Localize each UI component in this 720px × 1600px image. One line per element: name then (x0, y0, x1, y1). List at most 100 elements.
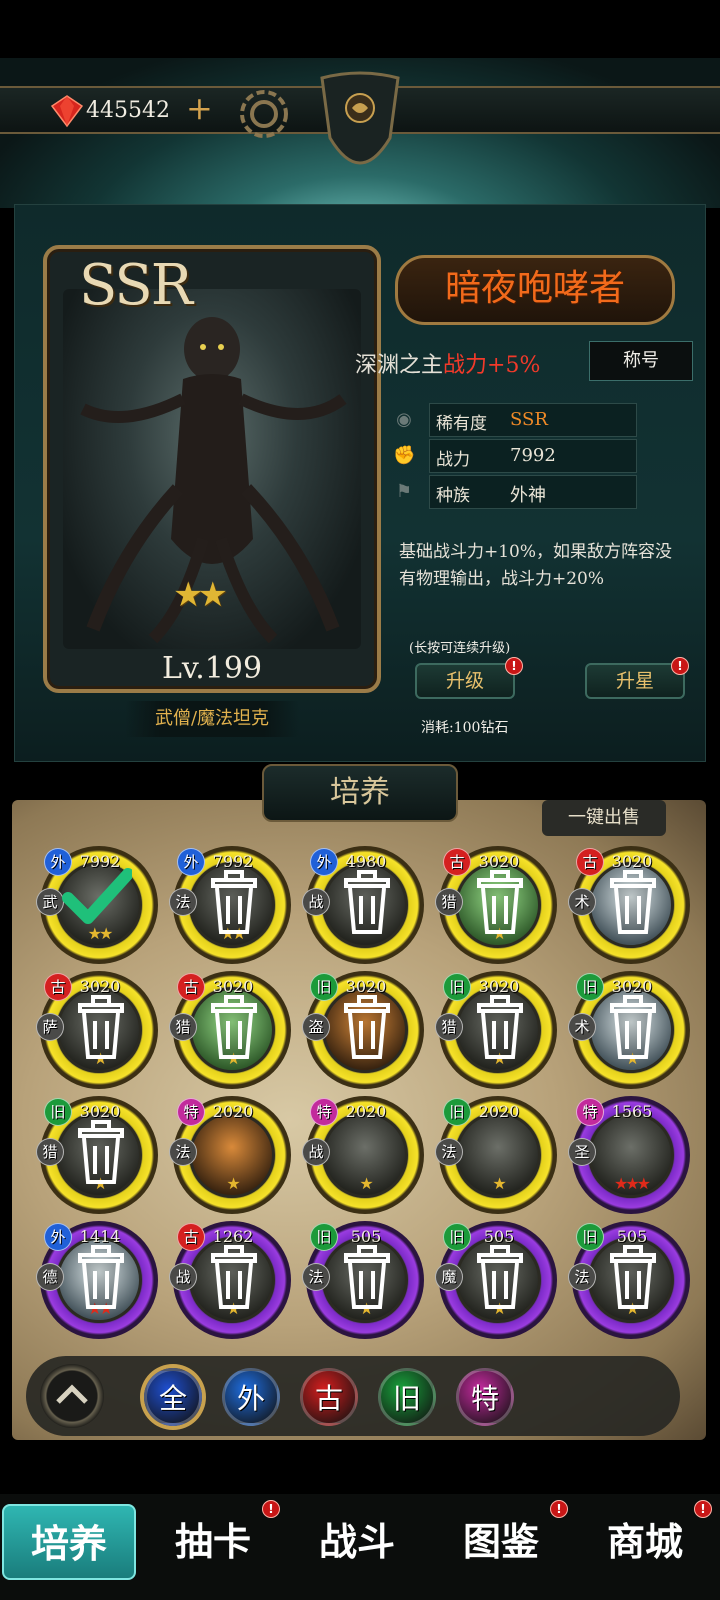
hero-slot[interactable]: 2020 特战 ★ (302, 1096, 424, 1214)
stat-label: 战力 (436, 450, 470, 470)
hero-slot[interactable]: 1565 特圣 ★★★ (568, 1096, 690, 1214)
fist-icon: ✊ (393, 445, 416, 466)
hero-slot[interactable]: 505旧法★ (568, 1221, 690, 1339)
title-button[interactable]: 称号 (589, 341, 693, 381)
trash-icon[interactable] (211, 1245, 257, 1311)
hero-slot[interactable]: 505旧魔★ (435, 1221, 557, 1339)
slot-power: 3020 (79, 1102, 121, 1121)
star-up-button[interactable]: 升星 (585, 663, 685, 699)
slot-power: 3020 (345, 977, 387, 996)
board-title: 培养 (262, 764, 458, 822)
level-up-button[interactable]: 升级 (415, 663, 515, 699)
hero-slot[interactable]: 1414外德★★ (36, 1221, 158, 1339)
faction-badge: 旧 (443, 1098, 471, 1126)
class-badge: 法 (435, 1138, 463, 1166)
class-badge: 武 (36, 888, 64, 916)
hero-slot[interactable]: 2020 旧法 ★ (435, 1096, 557, 1214)
trash-icon[interactable] (211, 995, 257, 1061)
faction-badge: 古 (177, 1223, 205, 1251)
hero-slot[interactable]: 3020 古术 (568, 846, 690, 964)
star-up-alert-badge: ! (671, 657, 689, 675)
stat-value: 外神 (510, 485, 546, 506)
hero-slot[interactable]: 4980 外战 (302, 846, 424, 964)
slot-power: 3020 (212, 977, 254, 996)
trash-icon[interactable] (477, 995, 523, 1061)
class-badge: 术 (568, 1013, 596, 1041)
bottom-tab[interactable]: 商城 (578, 1504, 712, 1580)
class-badge: 萨 (36, 1013, 64, 1041)
bottom-tab[interactable]: 图鉴 (434, 1504, 568, 1580)
trash-icon[interactable] (211, 870, 257, 936)
slot-power: 4980 (345, 852, 387, 871)
rarity-label: SSR (79, 253, 193, 318)
hero-slot[interactable]: 2020 特法 ★ (169, 1096, 291, 1214)
hero-slot[interactable]: 3020旧猎★ (435, 971, 557, 1089)
trash-icon[interactable] (610, 1245, 656, 1311)
bottom-tab[interactable]: 战斗 (290, 1504, 424, 1580)
faction-filter-button[interactable]: 旧 (378, 1368, 436, 1426)
slot-stars: ★ (492, 1174, 506, 1193)
hero-slot[interactable]: 505旧法★ (302, 1221, 424, 1339)
trash-icon[interactable] (344, 1245, 390, 1311)
hero-slot[interactable]: 3020旧猎★ (36, 1096, 158, 1214)
class-badge: 魔 (435, 1263, 463, 1291)
class-badge: 猎 (435, 1013, 463, 1041)
class-badge: 猎 (36, 1138, 64, 1166)
checkmark-icon (62, 868, 132, 924)
trash-icon[interactable] (78, 1245, 124, 1311)
hero-detail-panel: SSR ★★ Lv.199 武僧/魔法坦克 暗夜咆哮者 深渊之主战力+5% 称号… (14, 204, 706, 762)
faction-badge: 特 (310, 1098, 338, 1126)
faction-badge: 旧 (44, 1098, 72, 1126)
trash-icon[interactable] (78, 1120, 124, 1186)
hero-slot[interactable]: 3020古猎★ (169, 971, 291, 1089)
bottom-tab-bar: 培养 抽卡! 战斗 图鉴! 商城! (0, 1494, 720, 1600)
title-name: 深渊之主 (355, 353, 444, 378)
stat-row-race: ⚑ 种族 外神 (393, 475, 645, 509)
faction-filter-button[interactable]: 外 (222, 1368, 280, 1426)
trash-icon[interactable] (344, 995, 390, 1061)
diamond-icon (50, 95, 84, 128)
trash-icon[interactable] (78, 995, 124, 1061)
hero-name: 暗夜咆哮者 (395, 255, 675, 325)
add-diamonds-button[interactable]: + (186, 92, 213, 124)
faction-badge: 旧 (310, 1223, 338, 1251)
class-badge: 法 (169, 888, 197, 916)
slot-power: 3020 (611, 977, 653, 996)
hero-slot[interactable]: 3020 旧盗 (302, 971, 424, 1089)
slot-power: 2020 (345, 1102, 387, 1121)
hero-card[interactable]: SSR ★★ Lv.199 (43, 245, 381, 693)
trash-icon[interactable] (477, 870, 523, 936)
emblem-icon (320, 71, 400, 165)
bottom-tab[interactable]: 培养 (2, 1504, 136, 1580)
faction-filter-button[interactable]: 古 (300, 1368, 358, 1426)
hero-slot[interactable]: 3020古萨★ (36, 971, 158, 1089)
trash-icon[interactable] (477, 1245, 523, 1311)
trash-icon[interactable] (344, 870, 390, 936)
faction-badge: 特 (576, 1098, 604, 1126)
faction-filter-button[interactable]: 全 (144, 1368, 202, 1426)
stat-cell: 种族 外神 (429, 475, 637, 509)
slot-power: 3020 (478, 852, 520, 871)
stat-cell: 战力 7992 (429, 439, 637, 473)
collapse-button[interactable] (40, 1364, 104, 1428)
stat-row-power: ✊ 战力 7992 (393, 439, 645, 473)
stat-label: 稀有度 (436, 414, 487, 434)
top-bar: 445542 + (0, 58, 720, 208)
hero-slot[interactable]: 1262古战★ (169, 1221, 291, 1339)
faction-badge: 特 (177, 1098, 205, 1126)
faction-filter-button[interactable]: 特 (456, 1368, 514, 1426)
hero-slot[interactable]: 7992 外武 ★★ (36, 846, 158, 964)
hero-slot[interactable]: 7992外法★★ (169, 846, 291, 964)
slot-power: 2020 (212, 1102, 254, 1121)
tab-alert-badge: ! (550, 1500, 568, 1518)
trash-icon[interactable] (610, 995, 656, 1061)
bottom-tab[interactable]: 抽卡 (146, 1504, 280, 1580)
slot-power: 1262 (212, 1227, 254, 1246)
hero-slot[interactable]: 3020旧术★ (568, 971, 690, 1089)
stat-value: SSR (510, 409, 548, 430)
trash-icon[interactable] (610, 870, 656, 936)
settings-gear-icon[interactable] (238, 88, 290, 140)
sell-all-button[interactable]: 一键出售 (542, 800, 666, 836)
hero-slot[interactable]: 3020古猎★ (435, 846, 557, 964)
class-badge: 德 (36, 1263, 64, 1291)
